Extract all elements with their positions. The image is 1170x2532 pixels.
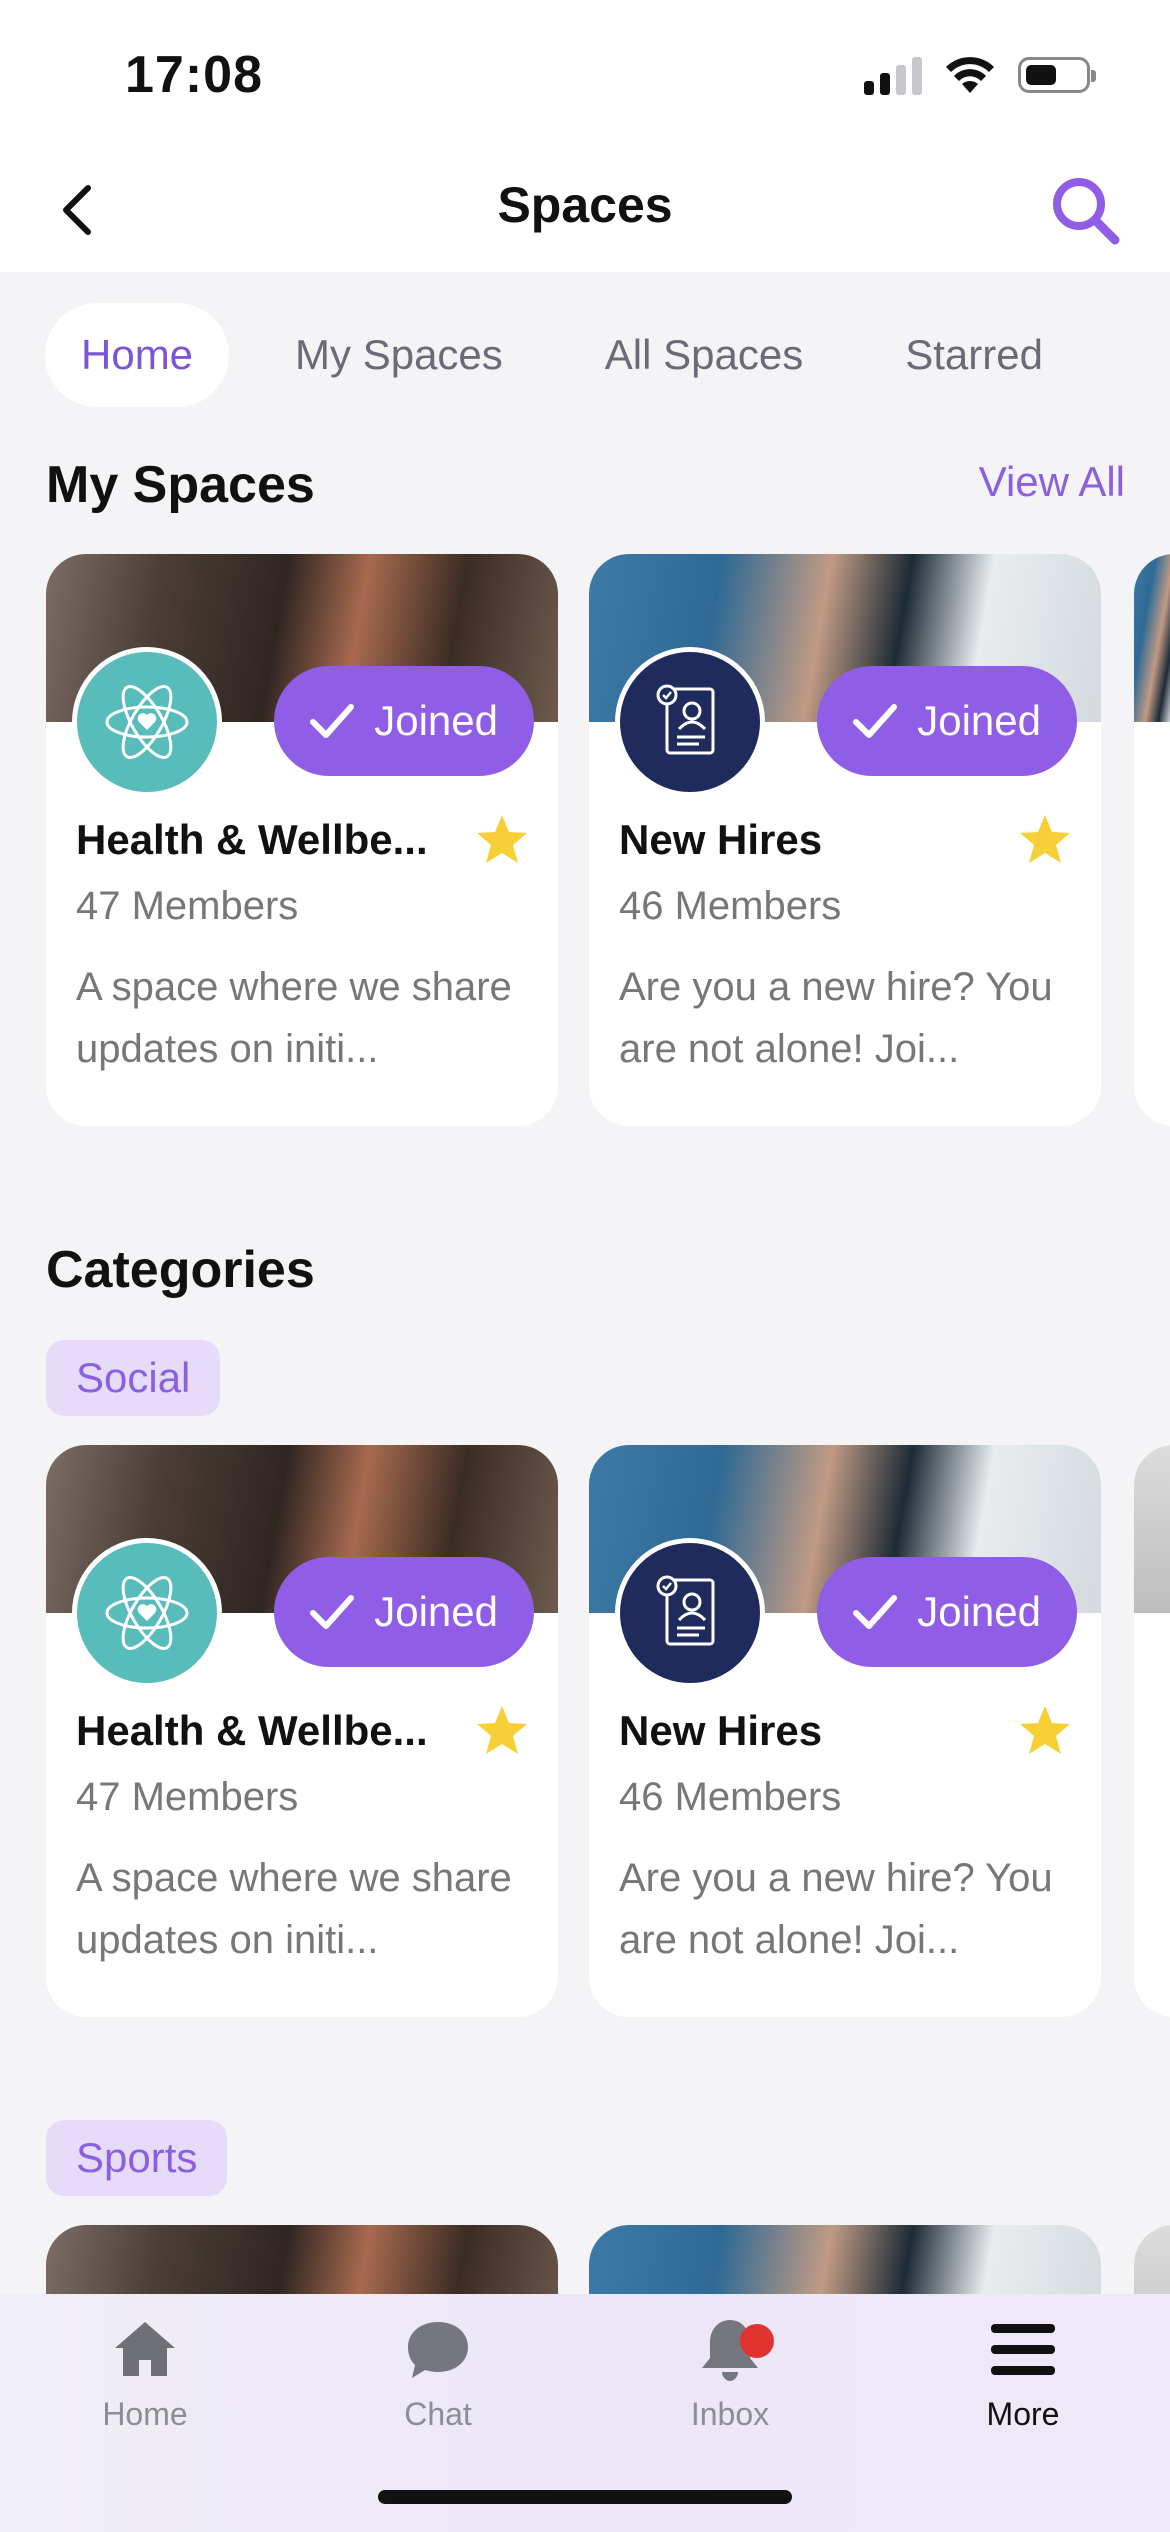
sports-carousel[interactable] (46, 2225, 1170, 2294)
categories-heading: Categories (46, 1241, 315, 1299)
cover-image (589, 2225, 1101, 2294)
member-count: 47 Members (76, 1775, 299, 1819)
space-name: New Hires (619, 816, 823, 863)
space-card-partial[interactable] (1134, 554, 1170, 1126)
star-icon[interactable] (474, 1703, 530, 1759)
view-all-link[interactable]: View All (979, 458, 1125, 506)
category-chip-social[interactable]: Social (46, 1340, 221, 1416)
space-name: New Hires (619, 1707, 823, 1754)
my-spaces-carousel[interactable]: Joined Health & Wellbe... 47 Members A s… (46, 554, 1170, 1126)
space-card[interactable] (589, 2225, 1101, 2294)
page-title: Spaces (497, 177, 673, 233)
profile-document-icon (615, 1538, 765, 1688)
space-card[interactable] (46, 2225, 558, 2294)
notification-badge (740, 2324, 774, 2358)
home-icon (115, 2322, 175, 2376)
check-icon (853, 704, 898, 738)
check-icon (310, 704, 355, 738)
space-card-partial[interactable] (1134, 1445, 1170, 2017)
star-icon[interactable] (474, 812, 530, 868)
nav-bar: Spaces (0, 150, 1170, 272)
member-count: 46 Members (619, 1775, 842, 1819)
check-icon (853, 1595, 898, 1629)
category-chip-sports[interactable]: Sports (46, 2120, 228, 2196)
joined-button[interactable]: Joined (817, 1557, 1077, 1667)
wifi-icon (946, 57, 994, 93)
tab-bar: Home My Spaces All Spaces Starred (45, 300, 1079, 410)
search-icon[interactable] (1047, 172, 1125, 250)
tab-home[interactable]: Home (45, 303, 230, 407)
space-name: Health & Wellbe... (76, 1707, 428, 1754)
chat-icon (408, 2322, 468, 2378)
joined-button[interactable]: Joined (274, 666, 534, 776)
joined-button[interactable]: Joined (817, 666, 1077, 776)
joined-button[interactable]: Joined (274, 1557, 534, 1667)
tab-starred[interactable]: Starred (869, 303, 1079, 407)
nav-more[interactable]: More (933, 2314, 1113, 2433)
star-icon[interactable] (1017, 1703, 1073, 1759)
battery-icon (1018, 57, 1096, 93)
space-description: A space where we share updates on initi.… (76, 1856, 512, 1962)
profile-document-icon (615, 647, 765, 797)
space-card[interactable]: Joined Health & Wellbe... 47 Members A s… (46, 554, 558, 1126)
member-count: 46 Members (619, 884, 842, 928)
space-description: Are you a new hire? You are not alone! J… (619, 1856, 1053, 1962)
status-bar: 17:08 (0, 0, 1170, 150)
atom-heart-icon (72, 1538, 222, 1688)
status-time: 17:08 (125, 46, 263, 104)
tab-all-spaces[interactable]: All Spaces (569, 303, 839, 407)
nav-home[interactable]: Home (55, 2314, 235, 2433)
space-description: Are you a new hire? You are not alone! J… (619, 965, 1053, 1071)
space-card[interactable]: Joined Health & Wellbe... 47 Members A s… (46, 1445, 558, 2017)
space-card[interactable]: Joined New Hires 46 Members Are you a ne… (589, 554, 1101, 1126)
space-card[interactable]: Joined New Hires 46 Members Are you a ne… (589, 1445, 1101, 2017)
space-card-partial[interactable] (1134, 2225, 1170, 2294)
space-description: A space where we share updates on initi.… (76, 965, 512, 1071)
space-name: Health & Wellbe... (76, 816, 428, 863)
social-carousel[interactable]: Joined Health & Wellbe... 47 Members A s… (46, 1445, 1170, 2017)
atom-heart-icon (72, 647, 222, 797)
my-spaces-heading: My Spaces (46, 456, 315, 514)
star-icon[interactable] (1017, 812, 1073, 868)
menu-icon (991, 2324, 1055, 2375)
home-indicator (378, 2490, 792, 2504)
check-icon (310, 1595, 355, 1629)
signal-icon (864, 55, 922, 95)
nav-chat[interactable]: Chat (348, 2314, 528, 2433)
tab-my-spaces[interactable]: My Spaces (259, 303, 539, 407)
cover-image (46, 2225, 558, 2294)
member-count: 47 Members (76, 884, 299, 928)
nav-inbox[interactable]: Inbox (640, 2314, 820, 2433)
